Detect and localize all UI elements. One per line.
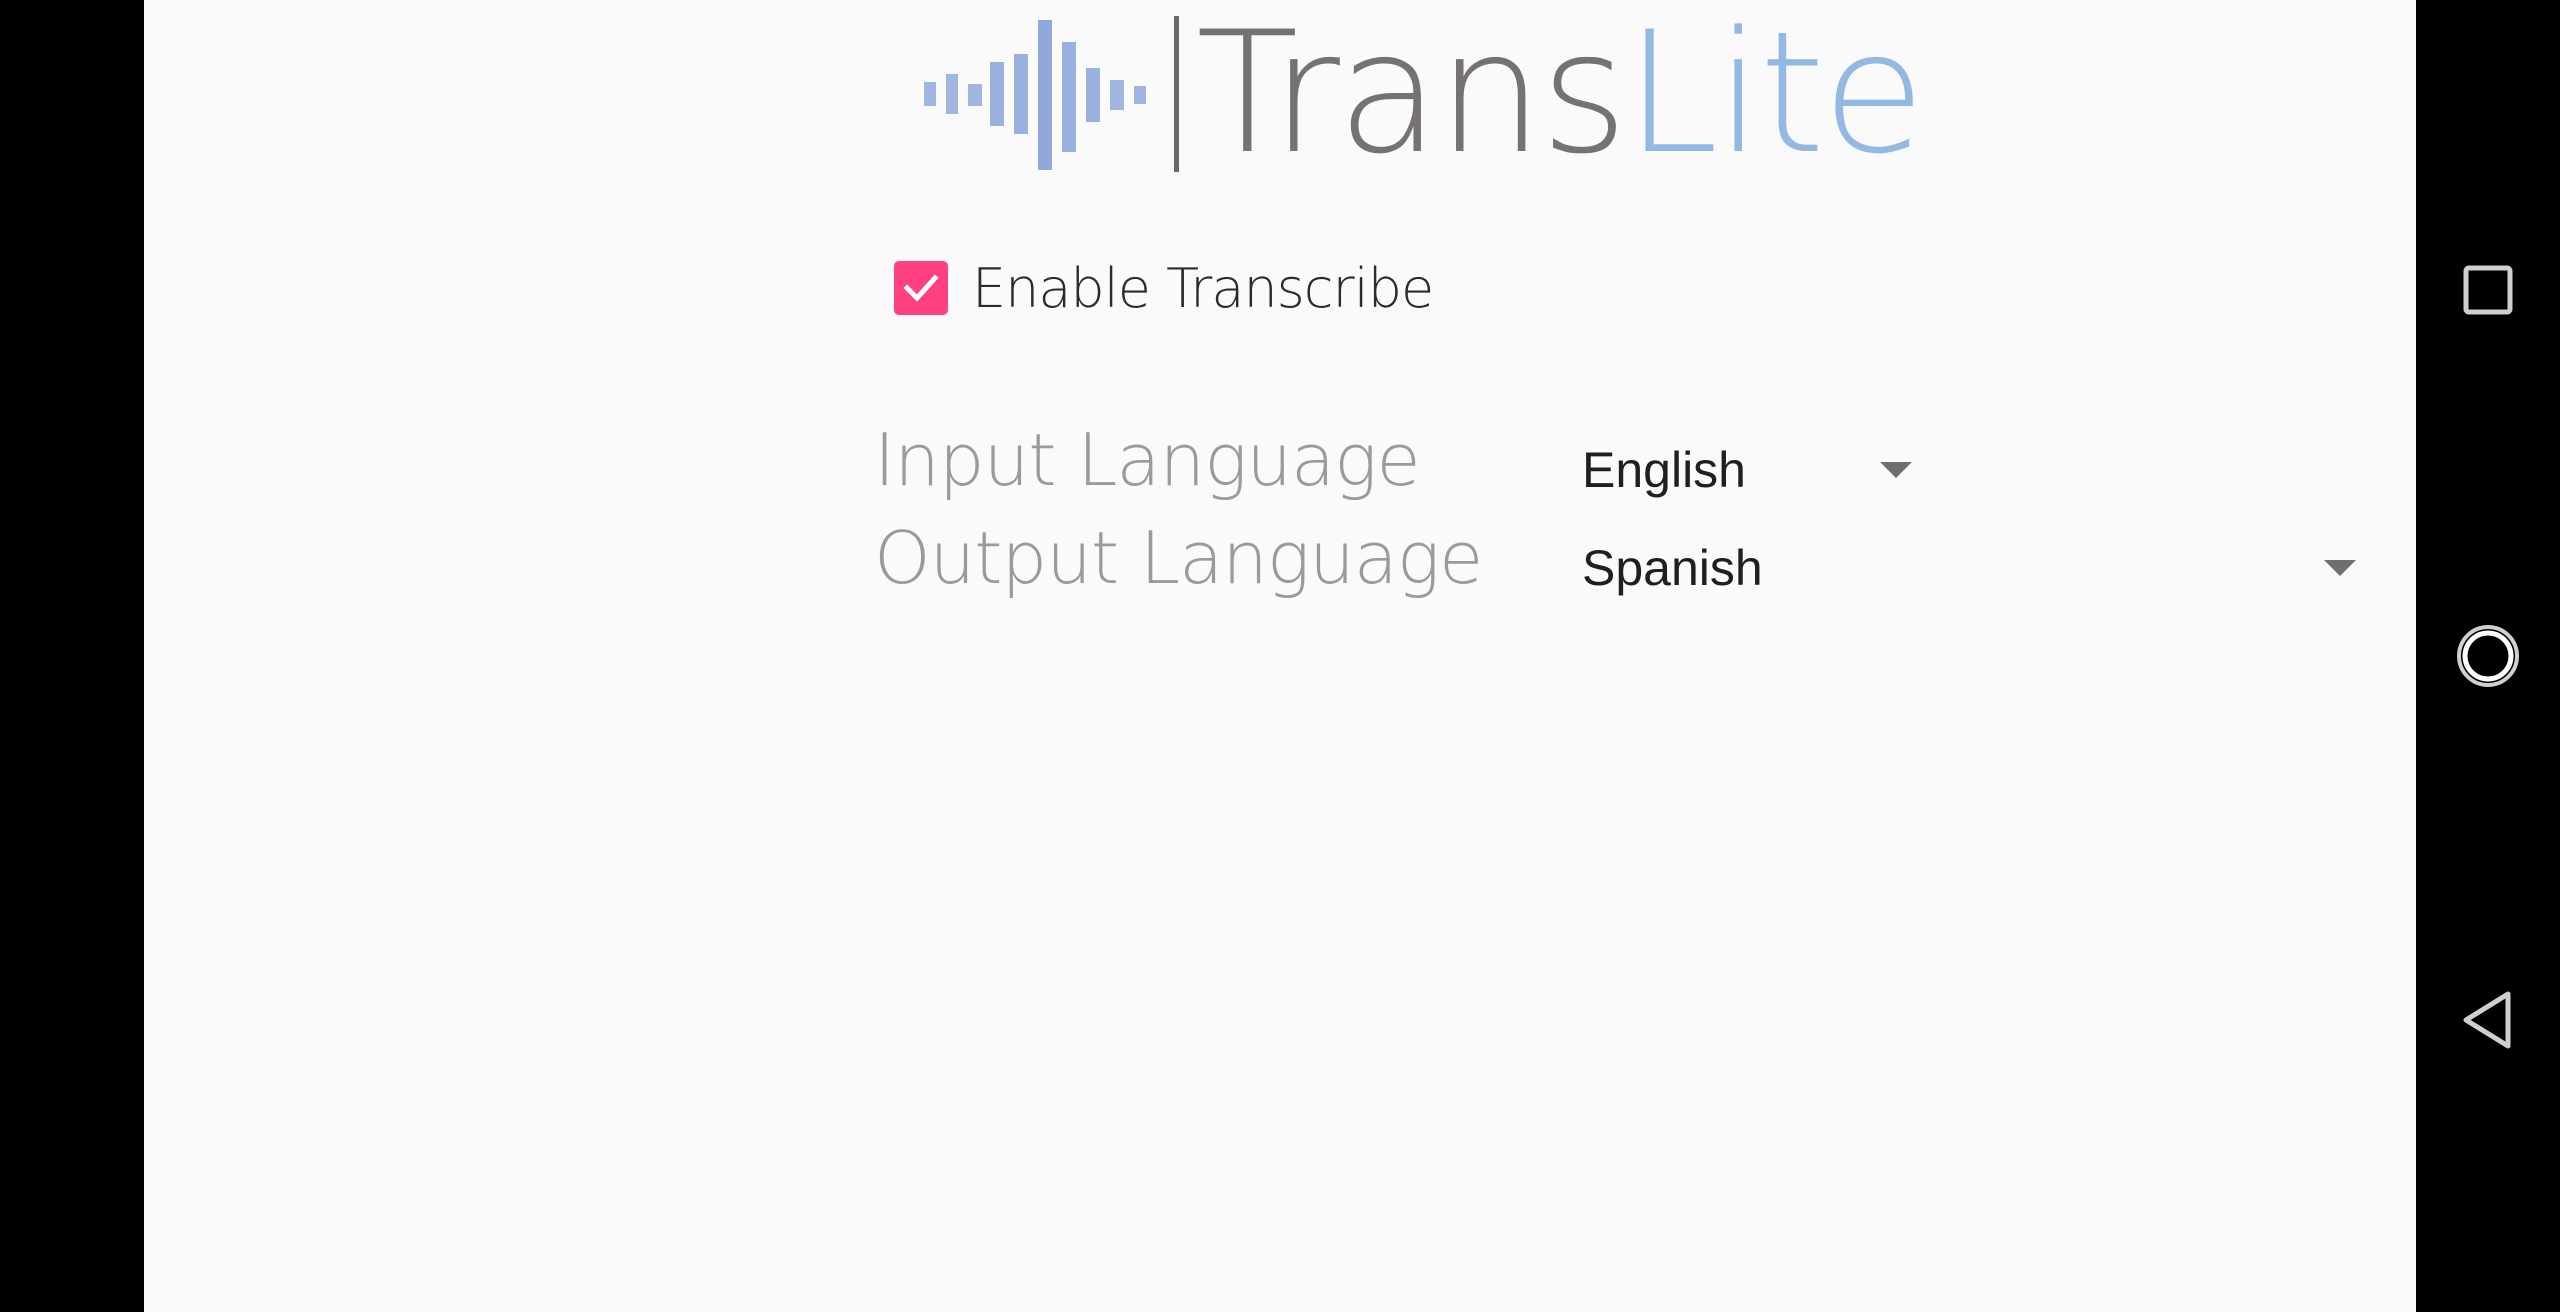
checkbox-label: Enable Transcribe bbox=[972, 256, 1434, 320]
input-language-value: English bbox=[1582, 442, 1746, 498]
home-icon bbox=[2457, 625, 2519, 687]
back-icon bbox=[2463, 991, 2511, 1049]
logo-divider bbox=[1174, 16, 1179, 172]
navigation-bar bbox=[2416, 0, 2560, 1312]
output-language-value: Spanish bbox=[1582, 540, 1763, 596]
checkbox-box[interactable] bbox=[894, 261, 948, 315]
logo-text-lite: Lite bbox=[1624, 0, 1926, 191]
logo-wordmark: TransLite bbox=[1196, 8, 1925, 178]
sound-wave-icon bbox=[924, 20, 1146, 170]
logo-text-trans: Trans bbox=[1196, 0, 1628, 191]
input-language-label: Input Language bbox=[874, 418, 1421, 502]
input-language-dropdown[interactable]: English bbox=[1582, 430, 1912, 510]
translite-logo: TransLite bbox=[924, 8, 1925, 184]
recent-apps-icon bbox=[2463, 265, 2513, 315]
output-language-dropdown[interactable]: Spanish bbox=[1582, 528, 2356, 608]
enable-transcribe-checkbox[interactable]: Enable Transcribe bbox=[894, 256, 1434, 320]
back-button[interactable] bbox=[2438, 970, 2538, 1070]
checkmark-icon bbox=[903, 274, 939, 302]
dropdown-arrow-icon bbox=[2324, 560, 2356, 576]
home-button[interactable] bbox=[2438, 606, 2538, 706]
device-screen: TransLite Enable Transcribe Input Langua… bbox=[0, 0, 2560, 1312]
output-language-label: Output Language bbox=[874, 516, 1483, 600]
app-content: TransLite Enable Transcribe Input Langua… bbox=[144, 0, 2416, 1312]
dropdown-arrow-icon bbox=[1880, 462, 1912, 478]
recent-apps-button[interactable] bbox=[2438, 240, 2538, 340]
